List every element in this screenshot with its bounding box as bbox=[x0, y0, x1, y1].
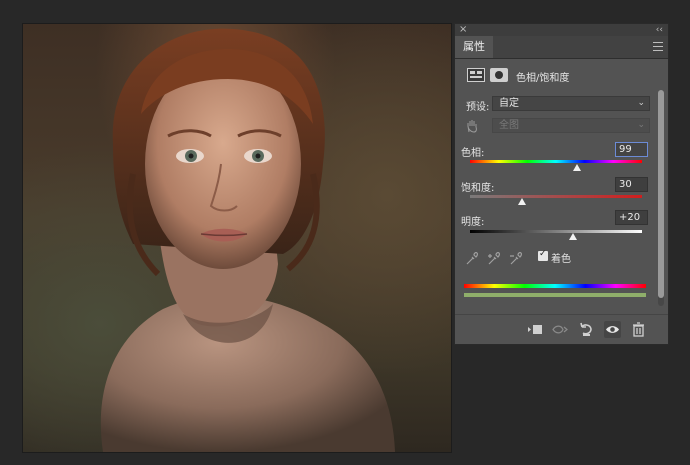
document-canvas[interactable] bbox=[22, 23, 452, 453]
colorize-label: 着色 bbox=[551, 254, 571, 265]
collapse-icon[interactable]: ‹‹ bbox=[656, 24, 663, 36]
adjustment-header: 色相/饱和度 bbox=[463, 66, 653, 84]
preset-select[interactable]: 自定 ⌄ bbox=[492, 96, 650, 111]
checkmark-icon: ✓ bbox=[539, 249, 547, 259]
lightness-input[interactable]: +20 bbox=[615, 210, 648, 225]
eyedropper-icon[interactable] bbox=[466, 252, 479, 265]
adjustment-layer-icon[interactable] bbox=[467, 68, 485, 82]
close-icon[interactable]: × bbox=[459, 24, 467, 36]
view-previous-icon[interactable] bbox=[552, 321, 569, 338]
clip-to-layer-icon[interactable] bbox=[527, 321, 544, 338]
chevron-down-icon: ⌄ bbox=[637, 120, 645, 130]
saturation-slider-thumb[interactable] bbox=[517, 198, 526, 205]
eyedropper-minus-icon[interactable] bbox=[510, 252, 523, 265]
preset-label: 预设: bbox=[466, 102, 490, 113]
reset-icon[interactable] bbox=[578, 321, 595, 338]
panel-scrollbar[interactable] bbox=[658, 90, 664, 306]
saturation-label: 饱和度: bbox=[461, 183, 495, 194]
hue-slider-thumb[interactable] bbox=[572, 164, 581, 171]
hue-slider-track[interactable] bbox=[470, 160, 642, 163]
channel-select: 全图 ⌄ bbox=[492, 118, 650, 133]
saturation-slider-track[interactable] bbox=[470, 195, 642, 198]
result-spectrum-bar bbox=[464, 293, 646, 297]
hue-label: 色相: bbox=[461, 148, 485, 159]
panel-title-bar: × ‹‹ bbox=[455, 24, 668, 36]
lightness-label: 明度: bbox=[461, 217, 485, 228]
channel-value: 全图 bbox=[499, 120, 519, 131]
scrollbar-thumb[interactable] bbox=[658, 90, 664, 298]
lightness-slider-track[interactable] bbox=[470, 230, 642, 233]
adjustment-title: 色相/饱和度 bbox=[516, 73, 570, 84]
visibility-icon[interactable] bbox=[604, 321, 621, 338]
tab-bar: 属性 bbox=[455, 36, 668, 59]
layer-mask-icon[interactable] bbox=[490, 68, 508, 82]
panel-menu-icon[interactable] bbox=[653, 42, 663, 51]
source-spectrum-bar bbox=[464, 284, 646, 288]
tab-properties[interactable]: 属性 bbox=[455, 36, 493, 58]
hue-input[interactable]: 99 bbox=[615, 142, 648, 157]
panel-bottom-toolbar bbox=[455, 314, 668, 345]
portrait-photo bbox=[100, 28, 395, 452]
saturation-input[interactable]: 30 bbox=[615, 177, 648, 192]
lightness-slider-thumb[interactable] bbox=[569, 233, 578, 240]
colorize-checkbox[interactable]: ✓ bbox=[538, 249, 548, 261]
hand-tool-icon[interactable] bbox=[465, 119, 479, 133]
preset-value: 自定 bbox=[499, 98, 519, 109]
eyedropper-plus-icon[interactable] bbox=[488, 252, 501, 265]
properties-panel: × ‹‹ 属性 色相/饱和度 预设: 自定 ⌄ 全图 ⌄ 色相: 99 饱和度:… bbox=[454, 23, 669, 345]
trash-icon[interactable] bbox=[630, 321, 647, 338]
chevron-down-icon: ⌄ bbox=[637, 98, 645, 108]
